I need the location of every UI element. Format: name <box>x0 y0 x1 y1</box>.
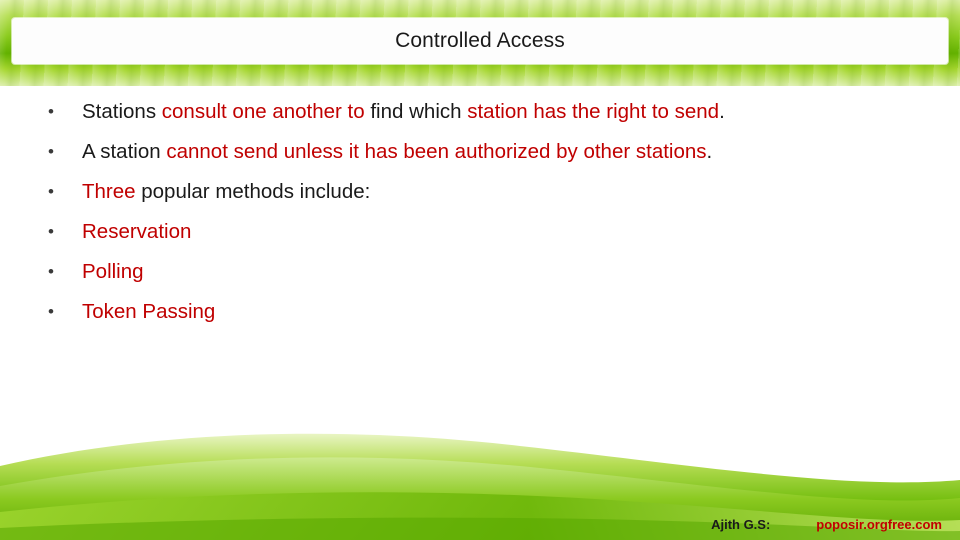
list-item: • Reservation <box>34 212 960 252</box>
list-item-text: Stations <box>82 100 162 123</box>
bullet-dot-icon: • <box>48 182 54 201</box>
list-item-text: Token Passing <box>82 300 216 323</box>
list-item-text: Reservation <box>82 220 192 243</box>
list-item: • Token Passing <box>34 292 960 332</box>
list-item: • Stations consult one another to find wh… <box>34 92 960 132</box>
slide: Controlled Access • Stations consult one … <box>0 0 960 540</box>
title-plate: Controlled Access <box>12 18 948 64</box>
bullet-dot-icon: • <box>48 142 54 161</box>
bullet-dot-icon: • <box>48 262 54 281</box>
list-item: • Three popular methods include: <box>34 172 960 212</box>
list-item-text: cannot send unless it has been authorize… <box>166 140 707 163</box>
list-item-text: station has the right to send <box>467 100 720 123</box>
list-item-text: . <box>706 140 713 163</box>
list-item-text: Three <box>82 180 142 203</box>
bullet-dot-icon: • <box>48 302 54 321</box>
list-item-text: . <box>719 100 725 123</box>
bullet-dot-icon: • <box>48 222 54 241</box>
footer-website: poposir.orgfree.com <box>816 517 942 532</box>
bullet-dot-icon: • <box>48 102 54 121</box>
list-item-text: popular methods include: <box>141 180 371 203</box>
page-title: Controlled Access <box>395 29 565 52</box>
list-item-text: find which <box>370 100 468 123</box>
bullet-list: • Stations consult one another to find wh… <box>0 92 960 332</box>
footer: Ajith G.S: poposir.orgfree.com <box>711 517 942 532</box>
list-item-text: consult one another to <box>161 100 371 123</box>
slide-body: • Stations consult one another to find wh… <box>0 92 960 332</box>
footer-author: Ajith G.S: <box>711 517 771 532</box>
list-item-text: Polling <box>82 260 144 283</box>
list-item: • A station cannot send unless it has bee… <box>34 132 960 172</box>
list-item: • Polling <box>34 252 960 292</box>
list-item-text: A station <box>82 140 167 163</box>
